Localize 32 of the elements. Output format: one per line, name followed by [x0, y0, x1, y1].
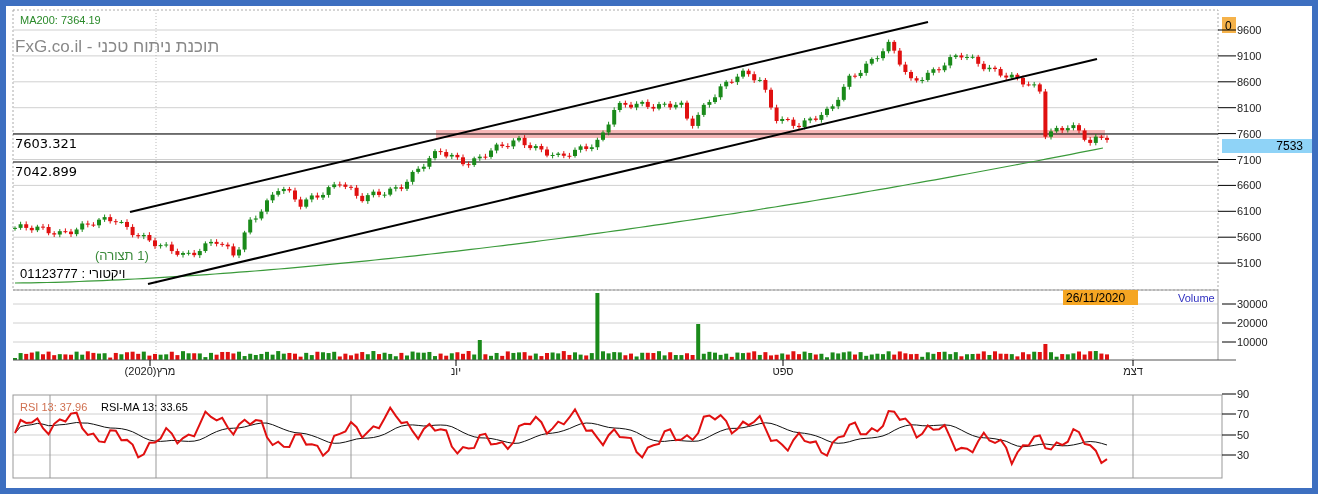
axis-label: 30 [1237, 449, 1250, 461]
volume-title: Volume [1178, 292, 1215, 304]
date-badge: 26/11/2020 [1063, 290, 1138, 305]
level-label: 7042.899 [15, 164, 78, 179]
axis-label: 30000 [1237, 298, 1268, 310]
rsi-label: RSI 13: 37.96 [20, 401, 88, 413]
axis-label: 6600 [1237, 179, 1262, 192]
axis-label: 50 [1237, 429, 1250, 441]
watermark-title: FxG.co.il - תוכנת ניתוח טכני [15, 37, 220, 56]
axis-label: 20000 [1237, 317, 1268, 329]
pattern-label: (1 תצורה) [95, 248, 149, 263]
axis-label: 7600 [1237, 127, 1262, 140]
month-label: ספט [772, 365, 794, 377]
axis-label: 9600 [1237, 24, 1262, 36]
axis-label: 70 [1237, 408, 1250, 420]
axis-label: 9100 [1237, 49, 1262, 62]
last-price-tag: 7533 [1222, 139, 1312, 153]
axis-label: 5600 [1237, 231, 1262, 244]
rsi-ma-label: RSI-MA 13: 33.65 [101, 401, 188, 413]
ma-label: MA200: 7364.19 [20, 14, 101, 26]
axis-label: 6100 [1237, 205, 1262, 218]
axis-label: 90 [1237, 388, 1250, 400]
axis-label: 10000 [1237, 336, 1268, 348]
month-label: מרץ(2020) [124, 365, 176, 377]
axis-label: 8100 [1237, 101, 1262, 114]
level-label: 7603.321 [15, 136, 78, 151]
account-label: 01123777 : ויקטורי [20, 266, 126, 281]
month-label: יונ [451, 365, 461, 377]
axis-label: 8600 [1237, 75, 1262, 88]
axis-label: 5100 [1237, 257, 1262, 270]
axis-label: 7100 [1237, 153, 1262, 166]
month-label: דצמ [1123, 365, 1143, 377]
